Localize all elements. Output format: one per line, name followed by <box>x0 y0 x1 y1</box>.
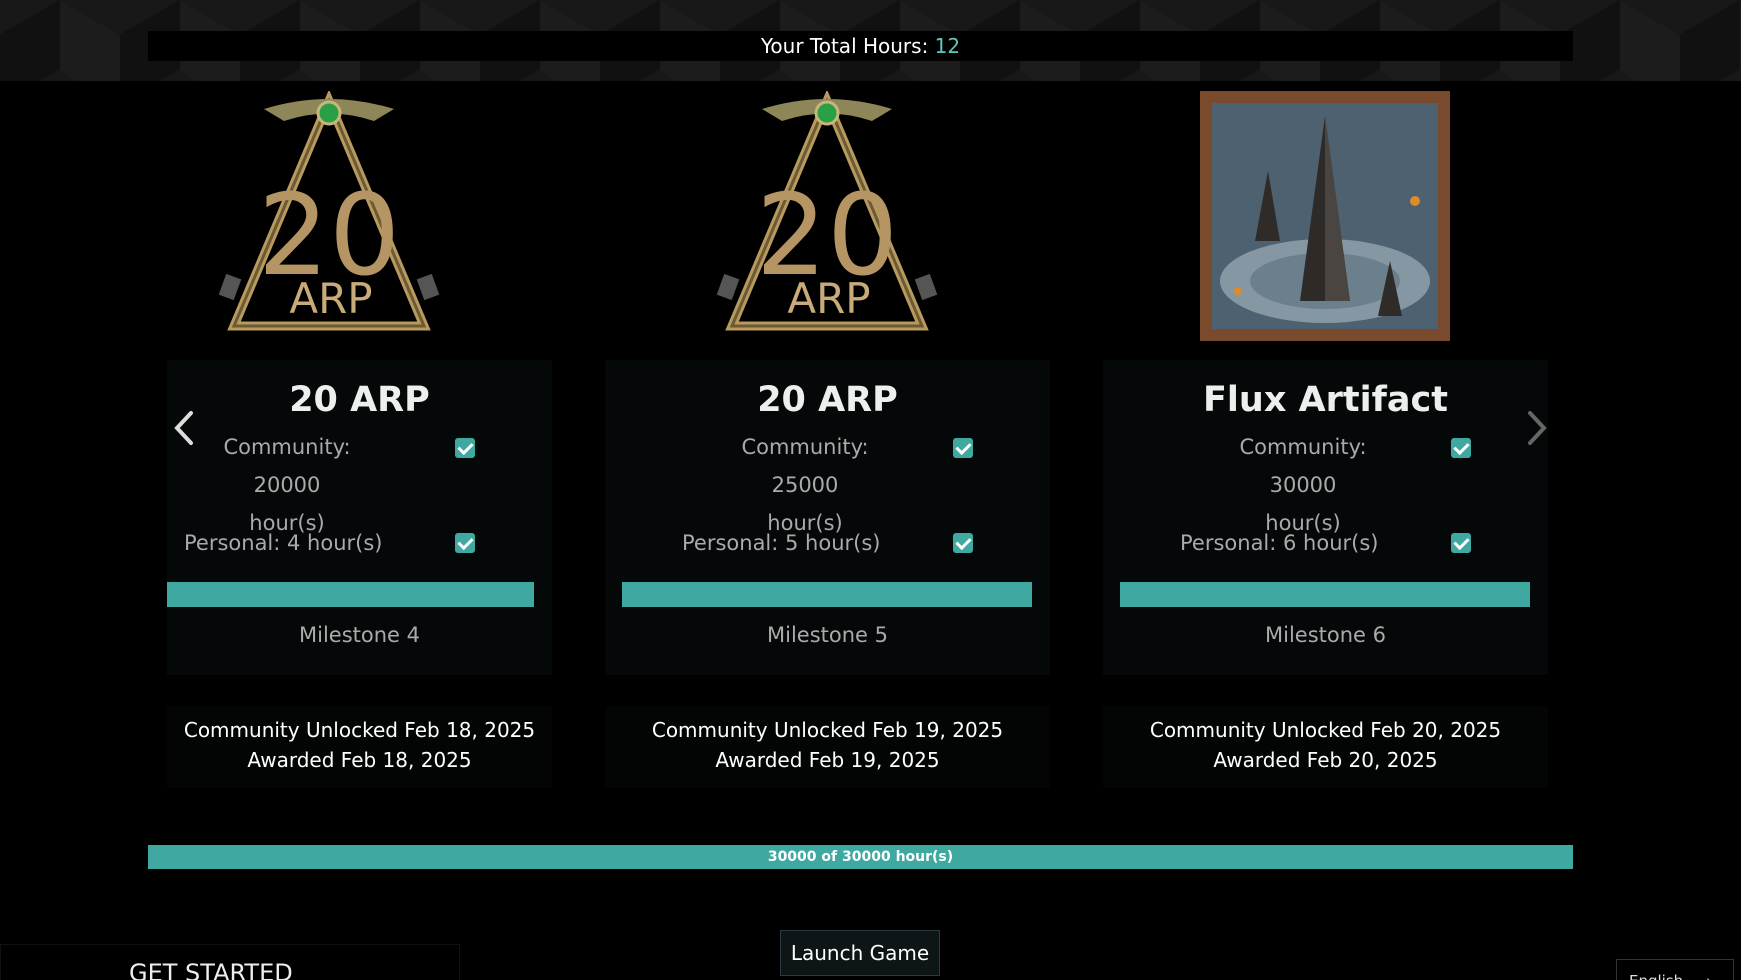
community-check-icon <box>953 438 973 458</box>
milestone-progress-bar <box>1120 582 1530 607</box>
personal-check-icon <box>1451 533 1471 553</box>
chevron-right-icon[interactable] <box>1516 408 1556 448</box>
milestone-progress-bar <box>167 582 534 607</box>
personal-requirement: Personal: 5 hour(s) <box>682 531 881 555</box>
milestone-card: 20 ARP Community: 25000 hour(s) Personal… <box>605 360 1050 675</box>
arp-emblem-image: 20 ARP <box>716 91 938 331</box>
total-hours-value: 12 <box>934 34 961 58</box>
unlock-info: Community Unlocked Feb 19, 2025 Awarded … <box>605 706 1050 788</box>
unlock-info: Community Unlocked Feb 18, 2025 Awarded … <box>167 706 552 788</box>
community-unlocked-date: Community Unlocked Feb 18, 2025 <box>183 718 536 742</box>
card-title: Flux Artifact <box>1203 380 1448 420</box>
get-started-panel[interactable]: GET STARTED <box>0 944 460 980</box>
community-check-icon <box>455 438 475 458</box>
personal-check-icon <box>953 533 973 553</box>
awarded-date: Awarded Feb 18, 2025 <box>247 748 472 772</box>
chevron-right-icon: › <box>1706 972 1712 980</box>
unlock-info: Community Unlocked Feb 20, 2025 Awarded … <box>1103 706 1548 788</box>
card-title: 20 ARP <box>289 380 430 420</box>
awarded-date: Awarded Feb 19, 2025 <box>715 748 940 772</box>
language-selector[interactable]: English › <box>1616 959 1734 980</box>
milestone-card: 20 ARP Community: 20000 hour(s) Personal… <box>167 360 552 675</box>
flux-artifact-image <box>1200 91 1450 341</box>
personal-requirement: Personal: 6 hour(s) <box>1180 531 1379 555</box>
total-hours-banner: Your Total Hours: 12 <box>148 31 1573 61</box>
language-label: English <box>1629 972 1683 980</box>
milestone-card: Flux Artifact Community: 30000 hour(s) P… <box>1103 360 1548 675</box>
awarded-date: Awarded Feb 20, 2025 <box>1213 748 1438 772</box>
community-unlocked-date: Community Unlocked Feb 20, 2025 <box>1149 718 1502 742</box>
personal-requirement: Personal: 4 hour(s) <box>184 531 383 555</box>
svg-text:ARP: ARP <box>289 274 372 323</box>
personal-check-icon <box>455 533 475 553</box>
card-title: 20 ARP <box>757 380 898 420</box>
milestone-label: Milestone 4 <box>299 623 420 647</box>
milestone-progress-bar <box>622 582 1032 607</box>
launch-game-button[interactable]: Launch Game <box>780 930 940 976</box>
milestone-label: Milestone 6 <box>1265 623 1386 647</box>
community-unlocked-date: Community Unlocked Feb 19, 2025 <box>651 718 1004 742</box>
chevron-left-icon[interactable] <box>165 408 205 448</box>
community-check-icon <box>1451 438 1471 458</box>
get-started-label: GET STARTED <box>129 959 293 980</box>
milestone-label: Milestone 5 <box>767 623 888 647</box>
arp-emblem-image: 20 ARP <box>218 91 440 331</box>
community-progress-bar: 30000 of 30000 hour(s) <box>148 845 1573 869</box>
total-hours-label: Your Total Hours: <box>760 34 935 58</box>
svg-text:ARP: ARP <box>787 274 870 323</box>
